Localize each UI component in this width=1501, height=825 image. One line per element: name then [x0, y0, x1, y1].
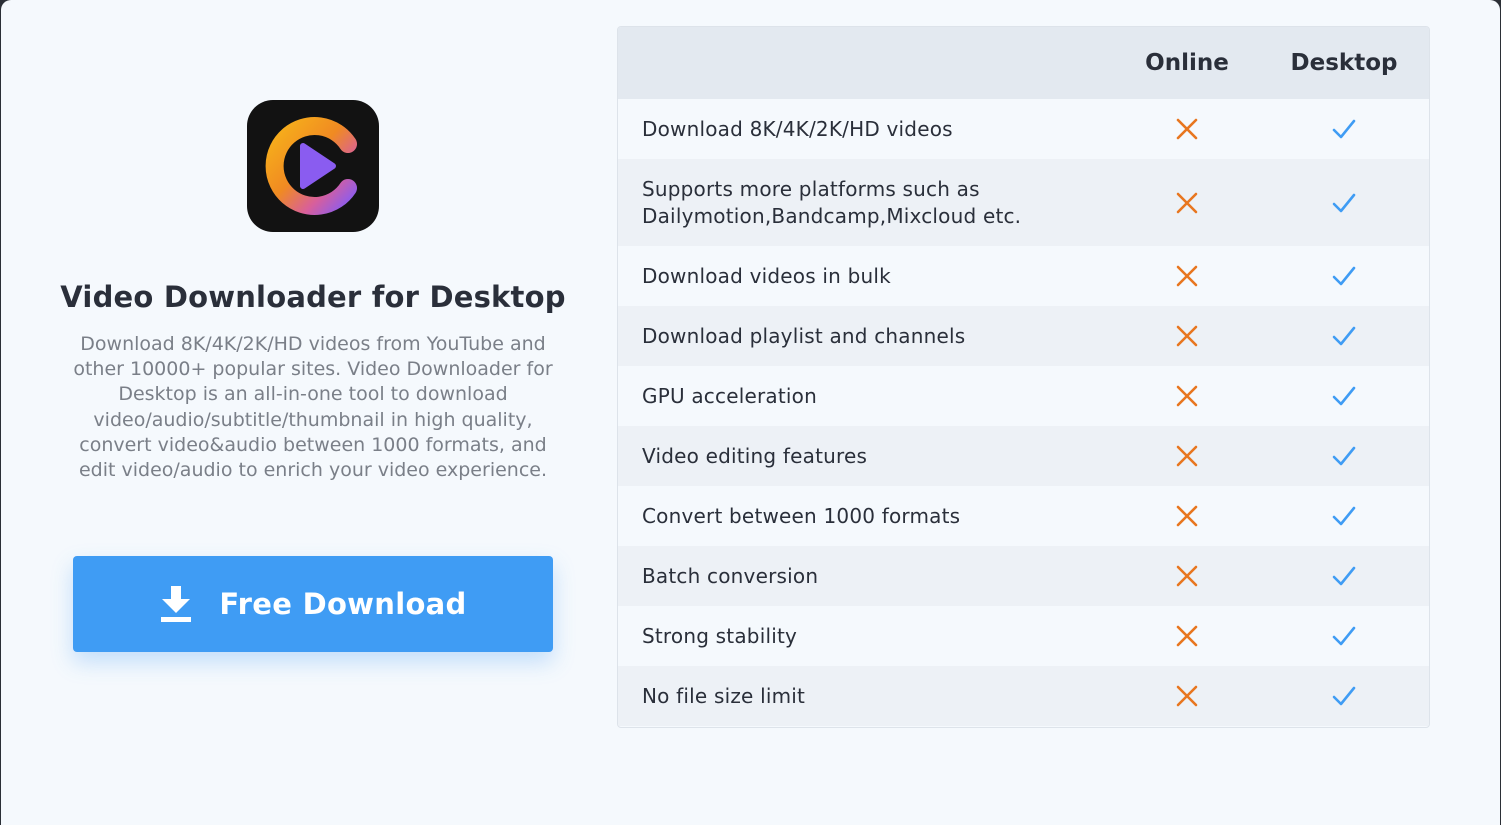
check-icon	[1332, 684, 1356, 708]
table-row: Convert between 1000 formats	[618, 486, 1429, 546]
cross-icon	[1175, 444, 1199, 468]
feature-label: Strong stability	[642, 623, 798, 648]
feature-label: Video editing features	[642, 443, 868, 468]
check-icon	[1332, 564, 1356, 588]
cross-icon	[1175, 624, 1199, 648]
cross-icon	[1175, 117, 1199, 141]
cross-icon	[1175, 684, 1199, 708]
table-row: No file size limit	[618, 666, 1429, 726]
feature-label: Supports more platforms such as Dailymot…	[642, 176, 1022, 228]
check-icon	[1332, 624, 1356, 648]
table-row: Download videos in bulk	[618, 246, 1429, 306]
feature-label: GPU acceleration	[642, 383, 817, 408]
table-row: Supports more platforms such as Dailymot…	[618, 159, 1429, 246]
table-row: Batch conversion	[618, 546, 1429, 606]
cross-icon	[1175, 264, 1199, 288]
check-icon	[1332, 384, 1356, 408]
product-description: Download 8K/4K/2K/HD videos from YouTube…	[73, 333, 553, 482]
check-icon	[1332, 117, 1356, 141]
check-icon	[1332, 191, 1356, 215]
column-header-online: Online	[1145, 50, 1229, 76]
table-row: GPU acceleration	[618, 366, 1429, 426]
cross-icon	[1175, 384, 1199, 408]
feature-label: Convert between 1000 formats	[642, 503, 961, 528]
table-row: Video editing features	[618, 426, 1429, 486]
check-icon	[1332, 444, 1356, 468]
check-icon	[1332, 504, 1356, 528]
feature-label: Download playlist and channels	[642, 323, 966, 348]
column-header-desktop: Desktop	[1290, 50, 1398, 76]
free-download-button[interactable]: Free Download	[73, 556, 553, 652]
feature-label: Batch conversion	[642, 563, 819, 588]
check-icon	[1332, 264, 1356, 288]
cross-icon	[1175, 564, 1199, 588]
product-title: Video Downloader for Desktop	[60, 280, 566, 314]
table-row: Download playlist and channels	[618, 306, 1429, 366]
table-row: Strong stability	[618, 606, 1429, 666]
download-icon	[159, 586, 193, 622]
app-logo-icon	[247, 100, 379, 232]
feature-label: No file size limit	[642, 683, 806, 708]
table-header: Online Desktop	[618, 27, 1429, 99]
free-download-label: Free Download	[219, 587, 467, 621]
comparison-modal: Video Downloader for Desktop Download 8K…	[1, 0, 1500, 825]
feature-label: Download 8K/4K/2K/HD videos	[642, 116, 953, 141]
check-icon	[1332, 324, 1356, 348]
cross-icon	[1175, 324, 1199, 348]
cross-icon	[1175, 504, 1199, 528]
table-row: Download 8K/4K/2K/HD videos	[618, 99, 1429, 159]
comparison-table: Online Desktop Download 8K/4K/2K/HD vide…	[617, 26, 1430, 728]
product-panel: Video Downloader for Desktop Download 8K…	[1, 0, 625, 825]
table-body: Download 8K/4K/2K/HD videos Supports more…	[618, 99, 1429, 726]
feature-label: Download videos in bulk	[642, 263, 891, 288]
cross-icon	[1175, 191, 1199, 215]
